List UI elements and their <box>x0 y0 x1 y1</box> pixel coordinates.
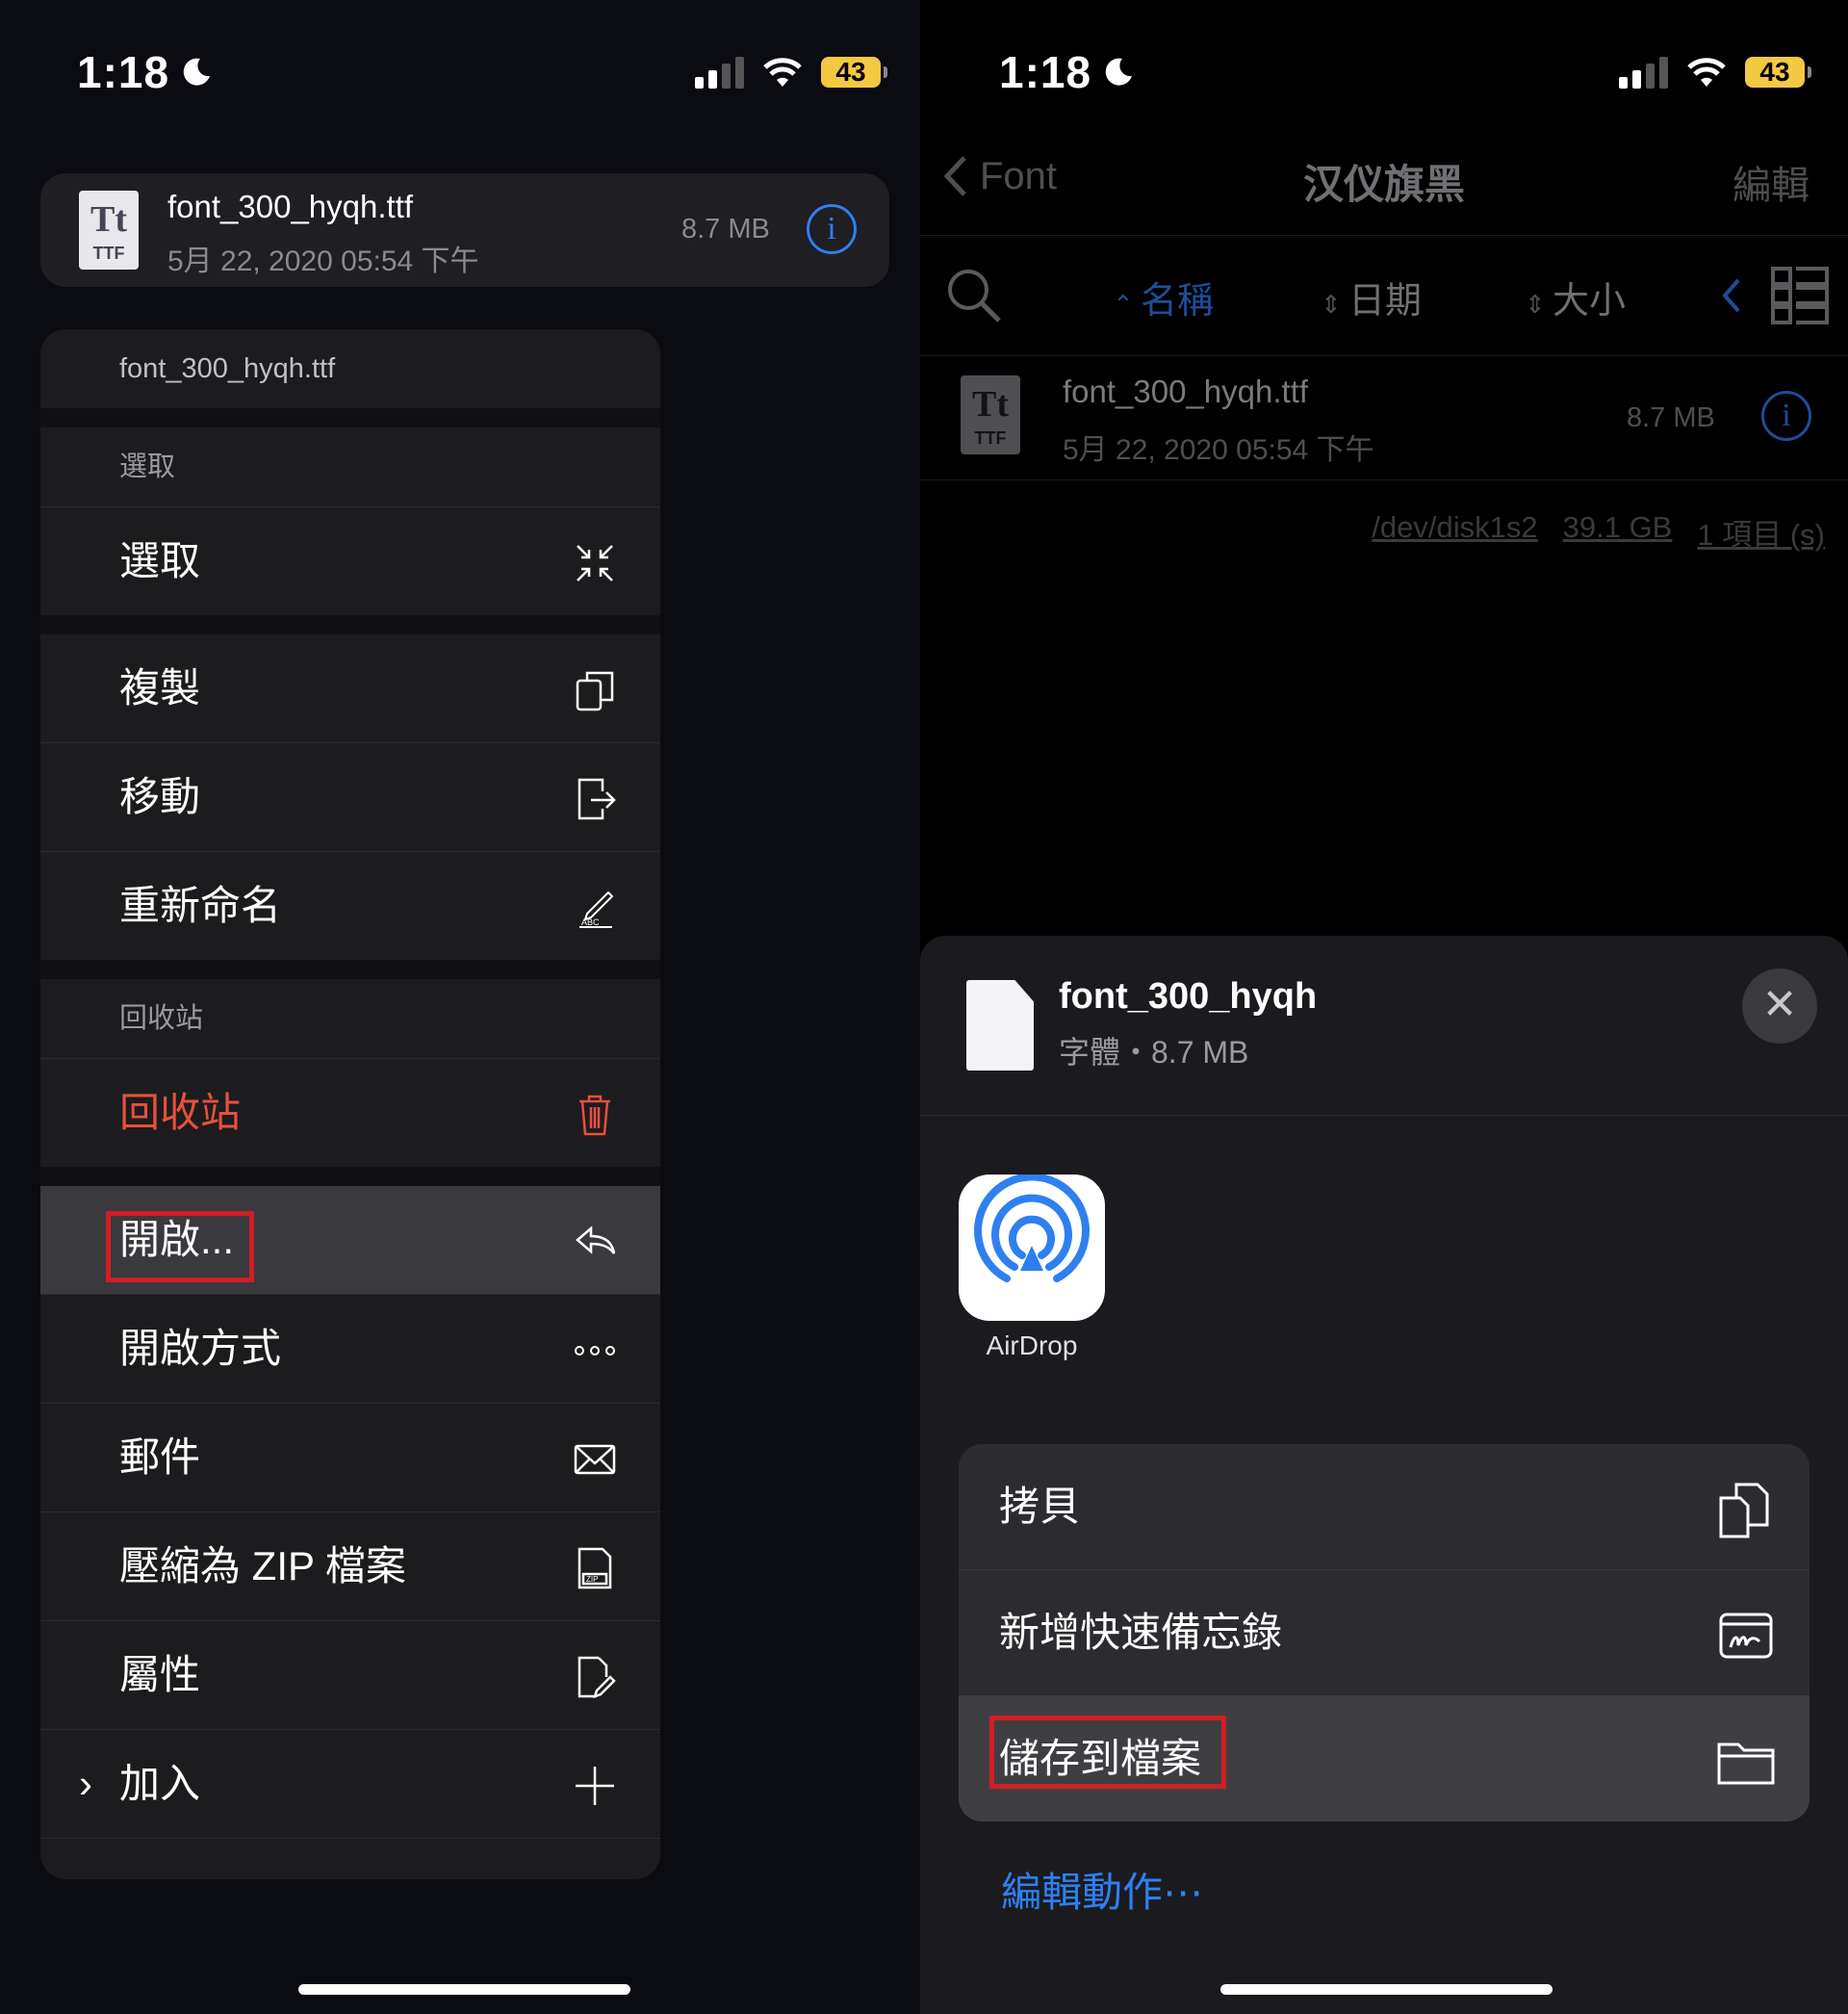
sort-by-name[interactable]: ⌃ 名稱 <box>1113 271 1214 323</box>
ttf-file-icon: Tt TTF <box>79 191 139 270</box>
copy-icon <box>576 671 614 711</box>
edit-button[interactable]: 編輯 <box>1732 154 1810 210</box>
home-indicator <box>1220 1984 1553 1995</box>
sort-by-date[interactable]: ⇕ 日期 <box>1321 271 1422 323</box>
trash-icon <box>579 1095 610 1136</box>
add-icon <box>576 1767 614 1805</box>
context-menu: font_300_hyqh.ttf 選取 選取 複製 移動 重新命名 ABC 回… <box>40 329 660 1879</box>
file-size: 8.7 MB <box>1627 402 1715 433</box>
wifi-icon <box>763 58 802 87</box>
menu-header: font_300_hyqh.ttf <box>40 329 660 427</box>
home-indicator <box>298 1984 630 1995</box>
status-bar-icons: 43 <box>695 56 887 89</box>
sort-icon: ⇕ <box>1321 290 1349 319</box>
ttf-file-icon: Tt TTF <box>961 375 1020 454</box>
sort-icon: ⇕ <box>1525 290 1553 319</box>
annotation-box-open <box>106 1211 254 1282</box>
menu-item-properties[interactable]: 屬性 <box>40 1621 660 1730</box>
properties-icon <box>578 1656 616 1698</box>
battery-icon: 43 <box>1745 57 1811 88</box>
menu-item-copy[interactable]: 複製 <box>40 634 660 743</box>
status-bar-time: 1:18 <box>999 46 1136 98</box>
moon-icon <box>183 58 211 86</box>
signal-icon <box>1619 56 1668 89</box>
left-screen: 1:18 43 Tt TTF font_300_hyqh.ttf 5月 22, … <box>0 0 920 2014</box>
expand-chevron-icon: › <box>79 1761 92 1806</box>
menu-item-move[interactable]: 移動 <box>40 743 660 852</box>
svg-text:ZIP: ZIP <box>586 1575 598 1584</box>
copy-icon <box>1719 1483 1769 1538</box>
airdrop-button[interactable] <box>959 1173 1105 1321</box>
airdrop-label: AirDrop <box>986 1330 1078 1360</box>
item-count-link[interactable]: 1 項目 (s) <box>1697 510 1825 554</box>
menu-item-trash[interactable]: 回收站 <box>40 1059 660 1186</box>
share-sheet: font_300_hyqh 字體・8.7 MB ✕ AirDrop 拷貝 新增快… <box>920 936 1848 2014</box>
moon-icon <box>1105 58 1133 86</box>
action-copy[interactable]: 拷貝 <box>959 1444 1810 1570</box>
sort-bar: ⌃ 名稱 ⇕ 日期 ⇕ 大小 <box>920 235 1848 356</box>
menu-item-add[interactable]: › 加入 <box>40 1730 660 1839</box>
file-card[interactable]: Tt TTF font_300_hyqh.ttf 5月 22, 2020 05:… <box>40 173 889 287</box>
free-space-link[interactable]: 39.1 GB <box>1563 510 1673 554</box>
open-icon <box>576 1226 616 1254</box>
search-icon[interactable] <box>945 267 1003 324</box>
zip-icon: ZIP <box>578 1547 612 1589</box>
disk-link[interactable]: /dev/disk1s2 <box>1372 510 1537 554</box>
menu-item-select[interactable]: 選取 <box>40 507 660 634</box>
annotation-box-save <box>989 1716 1226 1789</box>
document-icon <box>966 980 1034 1071</box>
share-file-subtitle: 字體・8.7 MB <box>1059 1035 1249 1070</box>
action-quick-note[interactable]: 新增快速備忘錄 <box>959 1570 1810 1696</box>
wifi-icon <box>1687 58 1726 87</box>
svg-text:ABC: ABC <box>581 917 600 927</box>
more-icon <box>575 1346 615 1356</box>
share-file-title: font_300_hyqh <box>1059 976 1318 1017</box>
menu-item-mail[interactable]: 郵件 <box>40 1404 660 1512</box>
section-trash: 回收站 <box>40 979 660 1059</box>
info-icon[interactable]: i <box>1761 391 1811 441</box>
storage-info: /dev/disk1s2 39.1 GB 1 項目 (s) <box>1372 510 1825 554</box>
page-title: 汉仪旗黑 <box>1302 162 1465 207</box>
section-select: 選取 <box>40 427 660 507</box>
file-name: font_300_hyqh.ttf <box>1063 374 1309 409</box>
menu-item-open-with[interactable]: 開啟方式 <box>40 1295 660 1404</box>
quick-note-icon <box>1719 1613 1773 1659</box>
share-sheet-header: font_300_hyqh 字體・8.7 MB ✕ <box>920 936 1848 1116</box>
rename-icon: ABC <box>579 891 614 928</box>
grid-view-icon[interactable] <box>1771 267 1829 324</box>
move-icon <box>578 778 616 820</box>
folder-icon <box>1717 1743 1775 1785</box>
collapse-chevron-icon[interactable] <box>1721 276 1742 315</box>
info-icon[interactable]: i <box>807 204 857 254</box>
menu-item-zip[interactable]: 壓縮為 ZIP 檔案 ZIP <box>40 1512 660 1621</box>
mail-icon <box>574 1444 616 1475</box>
file-date: 5月 22, 2020 05:54 下午 <box>1063 434 1374 466</box>
file-date: 5月 22, 2020 05:54 下午 <box>167 245 479 277</box>
close-icon[interactable]: ✕ <box>1742 968 1817 1044</box>
file-row[interactable]: Tt TTF font_300_hyqh.ttf 5月 22, 2020 05:… <box>920 356 1848 480</box>
signal-icon <box>695 56 744 89</box>
right-screen: 1:18 43 Font 汉仪旗黑 編輯 ⌃ 名稱 ⇕ 日期 ⇕ 大小 Tt T… <box>920 0 1848 2014</box>
menu-item-rename[interactable]: 重新命名 ABC <box>40 852 660 979</box>
status-bar-icons: 43 <box>1619 56 1811 89</box>
status-bar-time: 1:18 <box>77 46 214 98</box>
edit-actions-link[interactable]: 編輯動作⋯ <box>1001 1860 1203 1919</box>
sort-by-size[interactable]: ⇕ 大小 <box>1525 271 1626 323</box>
file-size: 8.7 MB <box>681 214 770 245</box>
airdrop-icon <box>974 1173 1090 1282</box>
file-name: font_300_hyqh.ttf <box>167 189 414 224</box>
battery-icon: 43 <box>821 57 887 88</box>
sort-icon: ⌃ <box>1113 290 1142 319</box>
select-icon <box>577 545 613 581</box>
